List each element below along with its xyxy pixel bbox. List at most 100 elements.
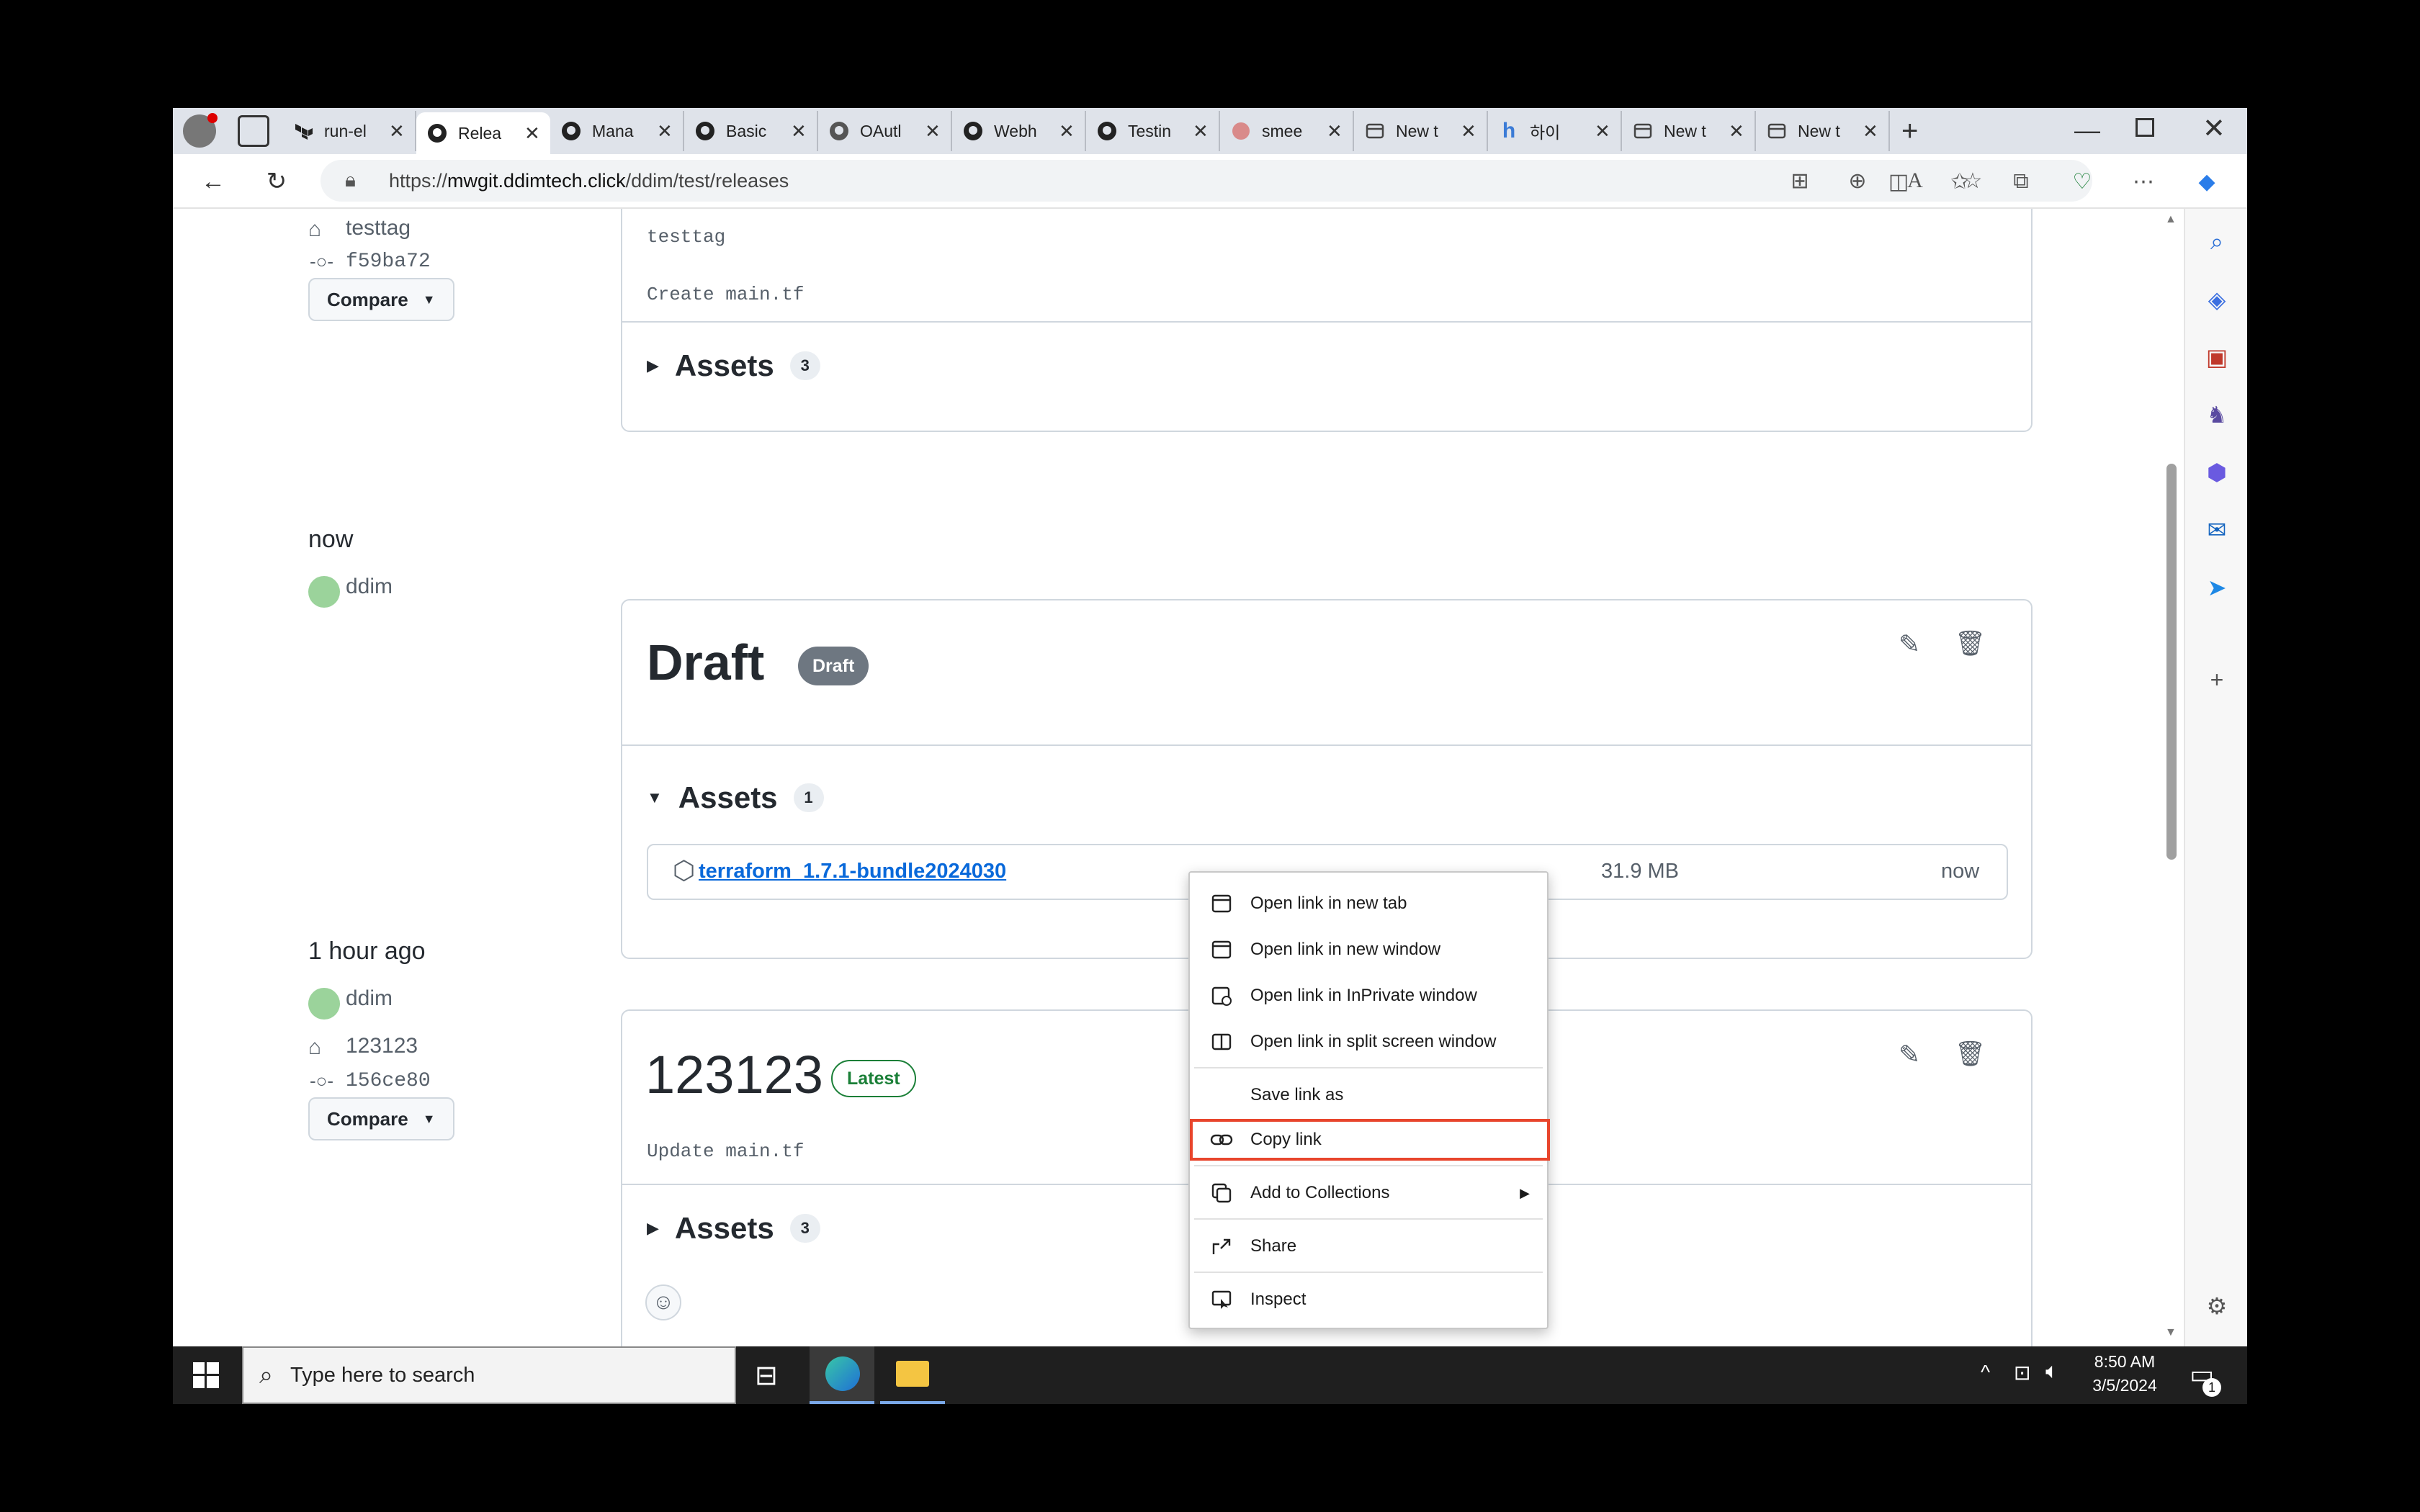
app-available-icon[interactable]: ⊞: [1783, 163, 1817, 198]
menu-item-share[interactable]: Share: [1190, 1224, 1547, 1269]
edge-taskbar-button[interactable]: [810, 1346, 874, 1404]
edit-icon[interactable]: ✎: [1899, 629, 1920, 660]
window-close-button[interactable]: ✕: [2202, 112, 2226, 145]
more-menu-icon[interactable]: ⋯: [2126, 164, 2161, 199]
close-icon[interactable]: ✕: [1595, 120, 1610, 143]
tab-4[interactable]: OAutl ✕: [818, 111, 952, 151]
menu-item-open-new-window[interactable]: Open link in new window: [1190, 927, 1547, 972]
profile-icon[interactable]: [183, 113, 218, 148]
asset-link[interactable]: terraform_1.7.1-bundle2024030: [699, 860, 1006, 883]
volume-muted-icon[interactable]: 🔈︎: [2045, 1359, 2058, 1384]
tab-10[interactable]: New t ✕: [1622, 111, 1756, 151]
tab-3[interactable]: Basic ✕: [684, 111, 818, 151]
close-icon[interactable]: ✕: [925, 120, 941, 143]
menu-item-copy-link[interactable]: Copy link: [1190, 1119, 1550, 1161]
close-icon[interactable]: ✕: [1729, 120, 1744, 143]
close-icon[interactable]: ✕: [1059, 120, 1075, 143]
scroll-down-icon[interactable]: ▼: [2165, 1326, 2177, 1339]
close-icon[interactable]: ✕: [657, 120, 673, 143]
avatar[interactable]: [308, 576, 340, 608]
scrollbar-thumb[interactable]: [2166, 464, 2177, 860]
favorites-icon[interactable]: ✩: [1942, 164, 1977, 199]
games-icon[interactable]: ♞: [2200, 397, 2234, 432]
menu-item-inspect[interactable]: Inspect: [1190, 1277, 1547, 1322]
task-view-icon[interactable]: ⊟: [755, 1359, 778, 1392]
share-icon: [1207, 1232, 1236, 1261]
close-icon[interactable]: ✕: [791, 120, 807, 143]
network-icon[interactable]: ⊡: [2014, 1361, 2030, 1385]
release-tag[interactable]: testtag: [346, 216, 411, 240]
release-author[interactable]: ddim: [346, 575, 393, 599]
release-commit[interactable]: 156ce80: [346, 1070, 431, 1092]
shopping-icon[interactable]: ◈: [2200, 282, 2234, 317]
menu-item-open-new-tab[interactable]: Open link in new tab: [1190, 881, 1547, 926]
add-sidebar-icon[interactable]: +: [2200, 662, 2234, 697]
release-commit[interactable]: f59ba72: [346, 251, 431, 273]
trash-icon[interactable]: 🗑︎: [1955, 629, 1986, 658]
avatar[interactable]: [308, 988, 340, 1020]
release-author[interactable]: ddim: [346, 986, 393, 1011]
refresh-button[interactable]: ↻: [258, 163, 295, 200]
microsoft365-icon[interactable]: ⬢: [2200, 455, 2234, 490]
url-field[interactable]: 🔒︎ https://mwgit.ddimtech.click/ddim/tes…: [321, 160, 2092, 202]
tab-actions-icon[interactable]: [238, 115, 269, 147]
search-icon: ⌕: [259, 1361, 274, 1389]
release-tag[interactable]: 123123: [346, 1034, 418, 1058]
tab-7[interactable]: smee ✕: [1220, 111, 1354, 151]
close-icon[interactable]: ✕: [1461, 120, 1476, 143]
assets-toggle[interactable]: ▶ Assets 3: [647, 348, 820, 383]
tab-11[interactable]: New t ✕: [1756, 111, 1890, 151]
tab-5[interactable]: Webh ✕: [952, 111, 1086, 151]
release-title[interactable]: 123123: [645, 1044, 823, 1105]
windows-start-icon[interactable]: [193, 1362, 219, 1392]
tools-icon[interactable]: ▣: [2200, 340, 2234, 374]
menu-item-open-split-screen[interactable]: Open link in split screen window: [1190, 1020, 1547, 1064]
assets-toggle[interactable]: ▶ Assets 3: [647, 1211, 820, 1246]
edit-icon[interactable]: ✎: [1899, 1040, 1920, 1070]
release-title[interactable]: Draft: [647, 634, 764, 691]
browser-essentials-icon[interactable]: ♡: [2065, 164, 2099, 199]
split-screen-icon[interactable]: ◫: [1881, 164, 1916, 199]
collections-icon[interactable]: ⧉: [2004, 164, 2038, 199]
lock-icon[interactable]: 🔒︎: [345, 168, 356, 192]
menu-item-add-to-collections[interactable]: Add to Collections ▶: [1190, 1171, 1547, 1215]
tab-2[interactable]: Mana ✕: [550, 111, 684, 151]
chevron-down-icon: ▼: [422, 292, 436, 307]
gear-icon[interactable]: ⚙: [2200, 1289, 2234, 1323]
chevron-up-icon[interactable]: ^: [1981, 1361, 1990, 1384]
minimize-button[interactable]: —: [2074, 115, 2100, 145]
close-icon[interactable]: ✕: [1193, 120, 1209, 143]
tab-6[interactable]: Testin ✕: [1086, 111, 1220, 151]
tag-icon: ⌂: [308, 217, 322, 241]
menu-item-open-inprivate[interactable]: Open link in InPrivate window: [1190, 973, 1547, 1018]
asset-size: 31.9 MB: [1601, 860, 1679, 883]
compare-button[interactable]: Compare ▼: [308, 278, 454, 321]
assets-toggle[interactable]: ▼ Assets 1: [647, 780, 824, 815]
zoom-icon[interactable]: ⊕: [1840, 163, 1875, 198]
restore-button[interactable]: [2136, 118, 2154, 137]
close-icon[interactable]: ✕: [1327, 120, 1343, 143]
tab-8[interactable]: New t ✕: [1354, 111, 1488, 151]
drop-icon[interactable]: ➤: [2200, 570, 2234, 605]
clock[interactable]: 8:50 AM 3/5/2024: [2089, 1352, 2161, 1395]
outlook-icon[interactable]: ✉: [2200, 513, 2234, 547]
emoji-reaction-icon[interactable]: ☺: [645, 1284, 681, 1320]
back-button[interactable]: ←: [194, 163, 232, 200]
new-tab-button[interactable]: +: [1901, 115, 1918, 148]
tab-1[interactable]: Relea ✕: [416, 112, 550, 154]
scrollbar[interactable]: ▲ ▼: [2161, 209, 2182, 1346]
close-icon[interactable]: ✕: [1863, 120, 1878, 143]
taskbar-search[interactable]: ⌕ Type here to search: [242, 1346, 736, 1404]
trash-icon[interactable]: 🗑︎: [1955, 1040, 1986, 1068]
close-icon[interactable]: ✕: [389, 120, 405, 143]
compare-button[interactable]: Compare ▼: [308, 1097, 454, 1140]
scroll-up-icon[interactable]: ▲: [2165, 213, 2177, 226]
menu-item-save-link-as[interactable]: Save link as: [1190, 1073, 1547, 1117]
search-icon[interactable]: ⌕: [2200, 225, 2234, 259]
file-explorer-taskbar-button[interactable]: [880, 1346, 945, 1404]
copilot-icon[interactable]: ◆: [2190, 164, 2224, 199]
search-placeholder: Type here to search: [290, 1363, 475, 1387]
close-icon[interactable]: ✕: [524, 122, 540, 145]
tab-9[interactable]: h 하이 ✕: [1488, 111, 1622, 151]
tab-0[interactable]: run-el ✕: [282, 111, 416, 151]
